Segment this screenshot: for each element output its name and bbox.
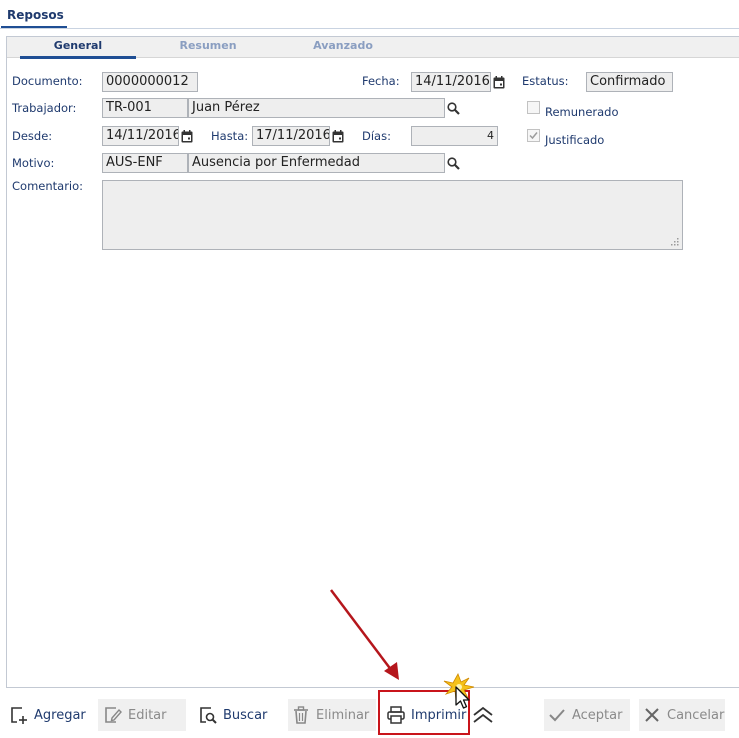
agregar-label: Agregar bbox=[34, 707, 86, 723]
trabajador-name-field: Juan Pérez bbox=[188, 98, 445, 118]
search-document-icon bbox=[197, 704, 219, 726]
comentario-textarea[interactable] bbox=[102, 180, 683, 250]
trabajador-code-field[interactable]: TR-001 bbox=[102, 98, 188, 118]
motivo-code-field[interactable]: AUS-ENF bbox=[102, 153, 188, 173]
aceptar-button[interactable]: Aceptar bbox=[544, 699, 630, 731]
subtab-general[interactable]: General bbox=[20, 39, 136, 59]
editar-button[interactable]: Editar bbox=[98, 699, 186, 731]
documento-field[interactable]: 0000000012 bbox=[102, 72, 198, 92]
estatus-label: Estatus: bbox=[522, 74, 569, 88]
editar-label: Editar bbox=[128, 707, 167, 723]
subtab-avanzado[interactable]: Avanzado bbox=[285, 39, 401, 56]
justificado-label: Justificado bbox=[545, 133, 605, 147]
close-icon bbox=[641, 704, 663, 726]
annotation-arrow bbox=[330, 589, 399, 680]
eliminar-label: Eliminar bbox=[316, 707, 370, 723]
remunerado-checkbox[interactable] bbox=[527, 101, 540, 114]
calendar-icon[interactable] bbox=[491, 73, 507, 91]
dias-field: 4 bbox=[411, 126, 498, 146]
tab-divider bbox=[0, 28, 739, 29]
buscar-label: Buscar bbox=[223, 707, 268, 723]
fecha-field[interactable]: 14/11/2016 bbox=[411, 72, 491, 92]
hasta-label: Hasta: bbox=[211, 129, 249, 143]
aceptar-label: Aceptar bbox=[572, 707, 623, 723]
trash-icon bbox=[290, 704, 312, 726]
dias-label: Días: bbox=[362, 129, 391, 143]
agregar-button[interactable]: Agregar bbox=[4, 699, 90, 731]
motivo-name-field: Ausencia por Enfermedad bbox=[188, 153, 445, 173]
calendar-icon[interactable] bbox=[179, 127, 195, 145]
collapse-chevron-icon[interactable] bbox=[471, 705, 495, 725]
desde-label: Desde: bbox=[12, 129, 53, 143]
check-icon bbox=[546, 704, 568, 726]
cancelar-button[interactable]: Cancelar bbox=[639, 699, 725, 731]
hasta-field[interactable]: 17/11/2016 bbox=[252, 126, 330, 146]
search-icon[interactable] bbox=[445, 154, 461, 172]
desde-field[interactable]: 14/11/2016 bbox=[102, 126, 179, 146]
justificado-checkbox[interactable] bbox=[527, 129, 540, 142]
trabajador-label: Trabajador: bbox=[12, 101, 77, 115]
resize-handle-icon[interactable] bbox=[669, 236, 680, 247]
comentario-label: Comentario: bbox=[12, 179, 84, 193]
search-icon[interactable] bbox=[445, 99, 461, 117]
cancelar-label: Cancelar bbox=[667, 707, 725, 723]
documento-label: Documento: bbox=[12, 74, 83, 88]
motivo-label: Motivo: bbox=[12, 156, 55, 170]
edit-icon bbox=[102, 704, 124, 726]
calendar-icon[interactable] bbox=[330, 127, 346, 145]
subtab-resumen[interactable]: Resumen bbox=[150, 39, 266, 56]
eliminar-button[interactable]: Eliminar bbox=[288, 699, 376, 731]
fecha-label: Fecha: bbox=[362, 74, 400, 88]
buscar-button[interactable]: Buscar bbox=[193, 699, 279, 731]
add-document-icon bbox=[8, 704, 30, 726]
tab-reposos[interactable]: Reposos bbox=[1, 3, 67, 29]
estatus-field: Confirmado bbox=[586, 72, 673, 92]
remunerado-label: Remunerado bbox=[545, 105, 619, 119]
